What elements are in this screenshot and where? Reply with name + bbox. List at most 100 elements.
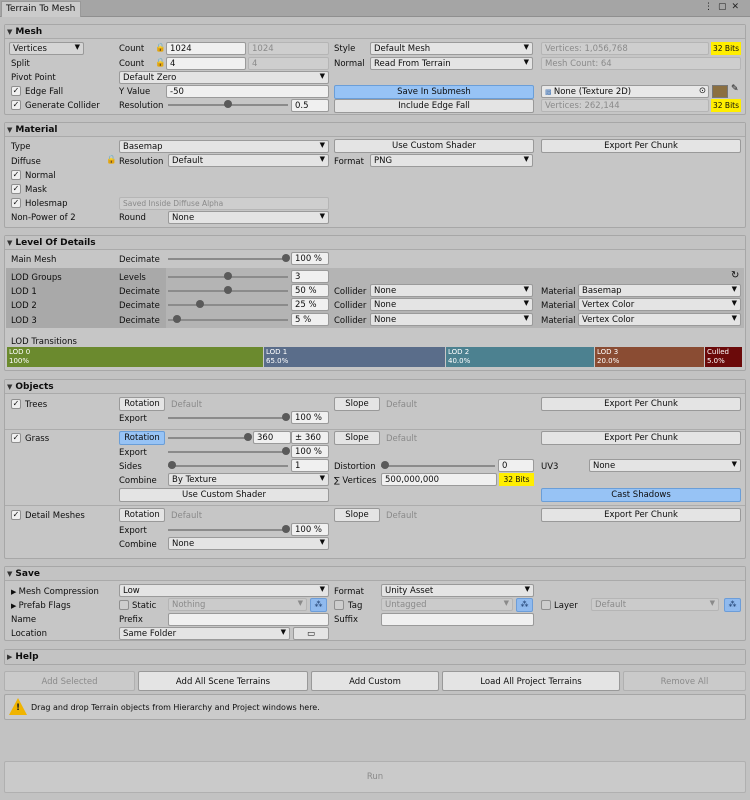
grass-rotation-button[interactable]: Rotation	[119, 431, 165, 445]
trees-export-input[interactable]: 100 %	[291, 411, 329, 424]
resolution-slider[interactable]	[168, 99, 288, 111]
lod1-slider[interactable]	[168, 285, 288, 297]
lod-header[interactable]: ▼ Level Of Details	[5, 236, 745, 250]
levels-input[interactable]: 3	[291, 270, 329, 283]
color-swatch[interactable]	[712, 85, 728, 98]
lod2-material-dropdown[interactable]: Vertex Color ▼	[578, 298, 741, 311]
lod2-input[interactable]: 25 %	[291, 298, 329, 311]
normal-checkbox[interactable]: ✓	[11, 170, 21, 180]
grass-distortion-slider[interactable]	[381, 460, 495, 472]
location-dropdown[interactable]: Same Folder ▼	[119, 627, 290, 640]
save-submesh-button[interactable]: Save In Submesh	[334, 85, 534, 99]
edge-fall-checkbox[interactable]: ✓	[11, 86, 21, 96]
lod1-collider-dropdown[interactable]: None ▼	[370, 284, 533, 297]
window-menu-icons[interactable]: ⋮▢✕	[704, 2, 744, 12]
pivot-dropdown[interactable]: Default Zero ▼	[119, 71, 329, 84]
save-header[interactable]: ▼ Save	[5, 567, 745, 581]
format-dropdown[interactable]: PNG ▼	[370, 154, 533, 167]
resolution-dropdown[interactable]: Default ▼	[168, 154, 329, 167]
grass-checkbox[interactable]: ✓	[11, 433, 21, 443]
detail-combine-dropdown[interactable]: None ▼	[168, 537, 329, 550]
custom-shader-button[interactable]: Use Custom Shader	[334, 139, 534, 153]
type-dropdown[interactable]: Basemap ▼	[119, 140, 329, 153]
include-edge-button[interactable]: Include Edge Fall	[334, 99, 534, 113]
normal-dropdown[interactable]: Read From Terrain ▼	[370, 57, 533, 70]
grass-combine-dropdown[interactable]: By Texture ▼	[168, 473, 329, 486]
cast-shadows-button[interactable]: Cast Shadows	[541, 488, 741, 502]
lod3-bar[interactable]: LOD 3 20.0%	[595, 347, 704, 367]
grass-sides-slider[interactable]	[168, 460, 288, 472]
holesmap-checkbox[interactable]: ✓	[11, 198, 21, 208]
main-decimate-slider[interactable]	[168, 253, 290, 265]
grass-uv3-dropdown[interactable]: None ▼	[589, 459, 741, 472]
grass-export-slider[interactable]	[168, 446, 290, 458]
grass-slope-button[interactable]: Slope	[334, 431, 380, 445]
detail-export-input[interactable]: 100 %	[291, 523, 329, 536]
split-count-input[interactable]: 4	[166, 57, 246, 70]
lod0-bar[interactable]: LOD 0 100%	[7, 347, 263, 367]
layer-dropdown[interactable]: Default ▼	[591, 598, 719, 611]
lod2-collider-dropdown[interactable]: None ▼	[370, 298, 533, 311]
save-format-dropdown[interactable]: Unity Asset ▼	[381, 584, 534, 597]
trees-export-slider[interactable]	[168, 412, 290, 424]
grass-vertices-input[interactable]: 500,000,000	[381, 473, 497, 486]
culled-bar[interactable]: Culled 5.0%	[705, 347, 742, 367]
tag-picker-icon[interactable]: ⁂	[516, 598, 533, 612]
main-decimate-input[interactable]: 100 %	[291, 252, 329, 265]
resolution-input[interactable]: 0.5	[291, 99, 329, 112]
grass-export-input[interactable]: 100 %	[291, 445, 329, 458]
grass-distortion-input[interactable]: 0	[498, 459, 534, 472]
lod1-material-dropdown[interactable]: Basemap ▼	[578, 284, 741, 297]
target-icon[interactable]: ⊙	[699, 86, 706, 96]
style-dropdown[interactable]: Default Mesh ▼	[370, 42, 533, 55]
add-all-scene-button[interactable]: Add All Scene Terrains	[138, 671, 308, 691]
lock-icon[interactable]: 🔒	[155, 58, 166, 68]
prefab-flags-label[interactable]: ▶ Prefab Flags	[11, 601, 71, 611]
export-chunk-button[interactable]: Export Per Chunk	[541, 139, 741, 153]
lod2-slider[interactable]	[168, 299, 288, 311]
lod2-bar[interactable]: LOD 2 40.0%	[446, 347, 594, 367]
add-selected-button[interactable]: Add Selected	[4, 671, 135, 691]
compression-label[interactable]: ▶ Mesh Compression	[11, 587, 99, 597]
detail-export-slider[interactable]	[168, 524, 290, 536]
trees-checkbox[interactable]: ✓	[11, 399, 21, 409]
lock-icon[interactable]: 🔒	[106, 155, 117, 165]
detail-rotation-button[interactable]: Rotation	[119, 508, 165, 522]
levels-slider[interactable]	[168, 271, 288, 283]
static-dropdown[interactable]: Nothing ▼	[168, 598, 307, 611]
lod3-slider[interactable]	[168, 314, 288, 326]
layer-checkbox[interactable]	[541, 600, 551, 610]
eyedropper-icon[interactable]: ✎	[731, 84, 739, 94]
material-header[interactable]: ▼ Material	[5, 123, 745, 137]
objects-header[interactable]: ▼ Objects	[5, 380, 745, 394]
detail-slope-button[interactable]: Slope	[334, 508, 380, 522]
load-all-project-button[interactable]: Load All Project Terrains	[442, 671, 620, 691]
tag-dropdown[interactable]: Untagged ▼	[381, 598, 513, 611]
grass-custom-shader-button[interactable]: Use Custom Shader	[119, 488, 329, 502]
add-custom-button[interactable]: Add Custom	[311, 671, 439, 691]
mesh-header[interactable]: ▼ Mesh	[5, 25, 745, 39]
lod1-input[interactable]: 50 %	[291, 284, 329, 297]
lod3-material-dropdown[interactable]: Vertex Color ▼	[578, 313, 741, 326]
grass-rotation-slider[interactable]	[168, 432, 252, 444]
grass-rotation-input[interactable]: 360	[253, 431, 291, 444]
remove-all-button[interactable]: Remove All	[623, 671, 746, 691]
detail-checkbox[interactable]: ✓	[11, 510, 21, 520]
prefix-input[interactable]	[168, 613, 329, 626]
detail-export-chunk-button[interactable]: Export Per Chunk	[541, 508, 741, 522]
tag-checkbox[interactable]	[334, 600, 344, 610]
mask-checkbox[interactable]: ✓	[11, 184, 21, 194]
grass-export-chunk-button[interactable]: Export Per Chunk	[541, 431, 741, 445]
static-checkbox[interactable]	[119, 600, 129, 610]
yvalue-input[interactable]: -50	[166, 85, 329, 98]
compression-dropdown[interactable]: Low ▼	[119, 584, 329, 597]
static-picker-icon[interactable]: ⁂	[310, 598, 327, 612]
generate-collider-checkbox[interactable]: ✓	[11, 100, 21, 110]
help-header[interactable]: ▶ Help	[5, 650, 745, 664]
trees-export-chunk-button[interactable]: Export Per Chunk	[541, 397, 741, 411]
vertices-dropdown[interactable]: Vertices ▼	[9, 42, 84, 55]
lod1-bar[interactable]: LOD 1 65.0%	[264, 347, 445, 367]
window-tab[interactable]: Terrain To Mesh	[1, 1, 81, 17]
texture-field[interactable]: ▩ None (Texture 2D) ⊙	[541, 85, 709, 98]
run-button[interactable]: Run	[4, 761, 746, 793]
